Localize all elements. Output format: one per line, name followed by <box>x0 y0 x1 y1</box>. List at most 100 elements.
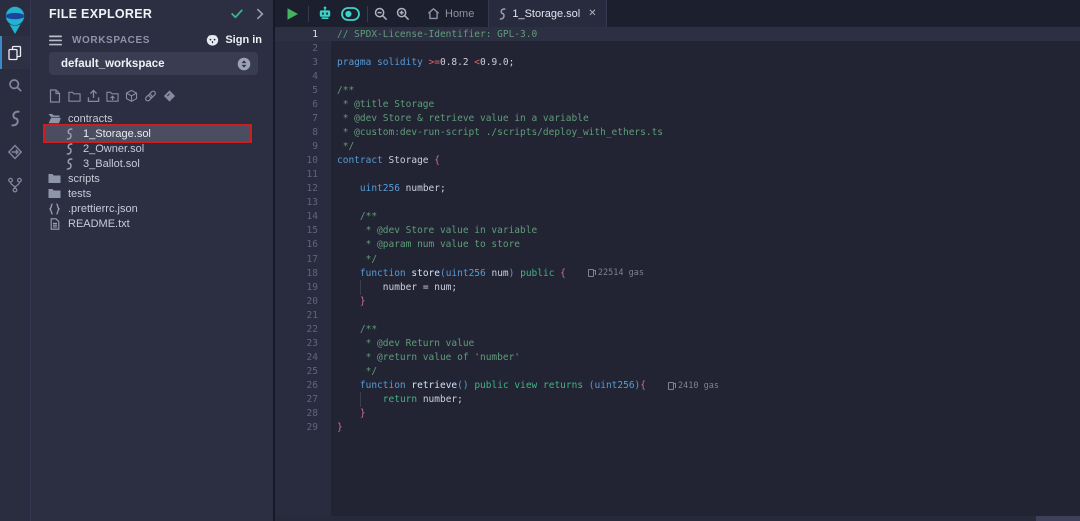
link-icon[interactable] <box>144 89 157 103</box>
ai-assistant-icon[interactable] <box>317 6 333 21</box>
git-icon[interactable] <box>0 168 30 201</box>
code-line[interactable]: 10contract Storage { <box>275 154 1080 168</box>
code-line[interactable]: 20 } <box>275 294 1080 308</box>
check-icon[interactable] <box>231 9 243 19</box>
tree-item-2-owner-sol[interactable]: 2_Owner.sol <box>31 141 273 156</box>
upload-file-icon[interactable] <box>87 89 100 103</box>
toggle-icon[interactable] <box>341 7 360 21</box>
code-line[interactable]: 25 */ <box>275 365 1080 379</box>
tree-item-prettierrc-json[interactable]: .prettierrc.json <box>31 201 273 216</box>
zoom-in-icon[interactable] <box>396 7 410 21</box>
tree-item-1-storage-sol[interactable]: 1_Storage.sol <box>31 126 273 141</box>
zoom-out-icon[interactable] <box>374 7 388 21</box>
horizontal-scrollbar[interactable] <box>275 516 1080 521</box>
code-text: function store(uint256 num) public { <box>337 268 566 279</box>
tree-item-label: README.txt <box>68 218 130 230</box>
line-number: 12 <box>275 183 318 194</box>
code-line[interactable]: 22 /** <box>275 322 1080 336</box>
run-script-icon[interactable] <box>286 7 299 21</box>
tree-item-3-ballot-sol[interactable]: 3_Ballot.sol <box>31 156 273 171</box>
cube-icon[interactable] <box>125 89 138 103</box>
panel-divider[interactable] <box>273 0 275 521</box>
close-icon[interactable]: ✕ <box>588 8 596 19</box>
sign-in-button[interactable]: Sign in <box>205 34 262 47</box>
upload-folder-icon[interactable] <box>106 89 119 103</box>
code-line[interactable]: 4 <box>275 69 1080 83</box>
folder-icon <box>48 173 61 184</box>
remix-logo[interactable] <box>0 0 30 36</box>
tree-item-readme-txt[interactable]: README.txt <box>31 216 273 231</box>
code-line[interactable]: 3 pragma solidity >=0.8.2 <0.9.0; <box>275 55 1080 69</box>
code-line[interactable]: 6 * @title Storage <box>275 97 1080 111</box>
line-number: 22 <box>275 324 318 335</box>
line-number: 3 <box>275 57 318 68</box>
code-line[interactable]: 2 <box>275 41 1080 55</box>
code-text: } <box>337 408 366 419</box>
topbar-separator <box>308 6 309 22</box>
line-number: 16 <box>275 239 318 250</box>
tab-active-file[interactable]: 1_Storage.sol ✕ <box>488 0 606 27</box>
code-line[interactable]: 8 * @custom:dev-run-script ./scripts/dep… <box>275 125 1080 139</box>
tree-item-label: scripts <box>68 173 100 185</box>
code-line[interactable]: 23 * @dev Return value <box>275 336 1080 350</box>
file-explorer-icon[interactable] <box>0 36 30 69</box>
new-file-icon[interactable] <box>49 89 62 103</box>
line-number: 4 <box>275 71 318 82</box>
line-number: 27 <box>275 394 318 405</box>
tree-item-label: 2_Owner.sol <box>83 143 144 155</box>
code-line[interactable]: 26 function retrieve() public view retur… <box>275 379 1080 393</box>
code-line[interactable]: 14 /** <box>275 210 1080 224</box>
solidity-file-icon <box>63 128 76 140</box>
workspace-select[interactable]: default_workspace <box>49 52 258 75</box>
code-line[interactable]: 7 * @dev Store & retrieve value in a var… <box>275 111 1080 125</box>
code-line[interactable]: 18 function store(uint256 num) public {2… <box>275 266 1080 280</box>
new-folder-icon[interactable] <box>68 89 81 103</box>
code-line[interactable]: 27 return number; <box>275 393 1080 407</box>
code-text: * @return value of 'number' <box>337 352 520 363</box>
line-number: 1 <box>275 29 318 40</box>
active-tab-label: 1_Storage.sol <box>512 8 580 20</box>
line-number: 5 <box>275 85 318 96</box>
deploy-run-icon[interactable] <box>0 135 30 168</box>
code-line[interactable]: 13 <box>275 196 1080 210</box>
hamburger-menu-icon[interactable] <box>49 35 62 46</box>
line-number: 9 <box>275 141 318 152</box>
select-caret-icon <box>237 57 251 71</box>
code-line[interactable]: 12 uint256 number; <box>275 182 1080 196</box>
tree-item-scripts[interactable]: scripts <box>31 171 273 186</box>
code-line[interactable]: 5/** <box>275 83 1080 97</box>
code-editor[interactable]: 1// SPDX-License-Identifier: GPL-3.0 2 3 pr… <box>275 27 1080 521</box>
line-number: 21 <box>275 310 318 321</box>
code-line[interactable]: 9 */ <box>275 140 1080 154</box>
code-text: pragma solidity >=0.8.2 <0.9.0; <box>337 57 514 68</box>
workspaces-label: WORKSPACES <box>72 35 205 46</box>
code-text: return number; <box>337 394 463 405</box>
code-line[interactable]: 17 */ <box>275 252 1080 266</box>
panel-title: FILE EXPLORER <box>49 7 218 21</box>
code-line[interactable]: 15 * @dev Store value in variable <box>275 224 1080 238</box>
code-text: */ <box>337 141 354 152</box>
code-line[interactable]: 28 } <box>275 407 1080 421</box>
code-line[interactable]: 11 <box>275 168 1080 182</box>
code-line[interactable]: 1// SPDX-License-Identifier: GPL-3.0 <box>275 27 1080 41</box>
solidity-compiler-icon[interactable] <box>0 102 30 135</box>
gas-pump-icon <box>668 382 674 390</box>
gist-icon[interactable] <box>163 89 176 103</box>
code-line[interactable]: 21 <box>275 308 1080 322</box>
tree-item-contracts[interactable]: contracts <box>31 111 273 126</box>
scrollbar-thumb[interactable] <box>1036 516 1080 521</box>
code-line[interactable]: 29} <box>275 421 1080 435</box>
chevron-right-icon[interactable] <box>256 8 264 20</box>
line-number: 2 <box>275 43 318 54</box>
code-line[interactable]: 19 number = num; <box>275 280 1080 294</box>
github-icon <box>205 34 220 47</box>
folder-icon <box>48 188 61 199</box>
code-line[interactable]: 16 * @param num value to store <box>275 238 1080 252</box>
tab-home[interactable]: Home <box>427 7 474 20</box>
tree-item-tests[interactable]: tests <box>31 186 273 201</box>
code-lines: 1// SPDX-License-Identifier: GPL-3.0 2 3 pr… <box>275 27 1080 435</box>
tree-item-label: tests <box>68 188 91 200</box>
code-text: uint256 number; <box>337 183 446 194</box>
code-line[interactable]: 24 * @return value of 'number' <box>275 350 1080 364</box>
search-icon[interactable] <box>0 69 30 102</box>
